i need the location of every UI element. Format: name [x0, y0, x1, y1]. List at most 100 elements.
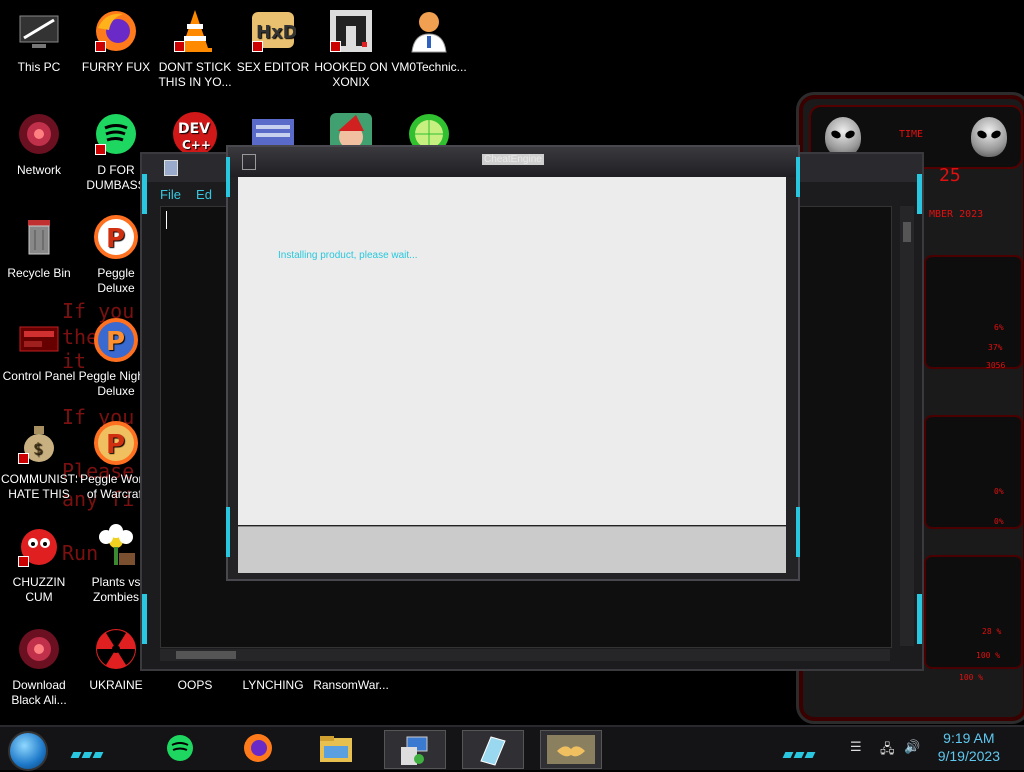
notepad-icon: [480, 736, 506, 766]
install-status-message: Installing product, please wait...: [278, 250, 418, 261]
alien-head-icon: [971, 117, 1007, 157]
gadget-cpu-panel: 6% 37% 3056: [924, 255, 1023, 370]
gadget-stat: 100 %: [976, 651, 1001, 660]
gadget-stat: 0%: [994, 517, 1004, 526]
computer-icon: [16, 8, 62, 54]
network-tray-icon[interactable]: 🖧: [880, 740, 896, 757]
desktop-icon-communists[interactable]: $ COMMUNISTS HATE THIS G...: [1, 420, 77, 502]
svg-text:C++: C++: [182, 138, 211, 152]
desktop-icon-download-black-alien[interactable]: Download Black Ali...: [1, 626, 77, 708]
gadget-drive-panel: 0% 0%: [924, 415, 1023, 529]
svg-text:P: P: [106, 327, 125, 357]
desktop-icon-label: DONT STICK THIS IN YO...: [158, 60, 232, 89]
hxd-editor-icon: HxD: [250, 8, 298, 54]
peggle-wow-icon: P: [93, 420, 139, 466]
doctor-icon: [406, 8, 452, 54]
network-icon: [16, 111, 62, 157]
gadget-stat: 37%: [988, 343, 1003, 352]
system-clock[interactable]: 9:19 AM 9/19/2023: [938, 729, 1000, 765]
menu-file[interactable]: File: [160, 187, 181, 202]
desktop-icon-chuzzin[interactable]: CHUZZIN CUM: [1, 523, 77, 605]
scroll-thumb[interactable]: [903, 222, 911, 242]
desktop-icon-control-panel[interactable]: Control Panel: [1, 317, 77, 384]
desktop-icon-label: Recycle Bin: [7, 266, 71, 280]
handshake-icon: [547, 735, 595, 764]
desktop-icon-network[interactable]: Network: [1, 111, 77, 178]
desktop-icon-label: SEX EDITOR: [236, 60, 310, 74]
taskbar-installer[interactable]: [384, 730, 446, 769]
control-panel-icon: [16, 317, 62, 363]
alien-head-icon: [825, 117, 861, 157]
gadget-stat: 6%: [994, 323, 1004, 332]
installer-window[interactable]: CheatEngine Installing product, please w…: [226, 145, 800, 581]
installer-titlebar[interactable]: CheatEngine: [228, 147, 798, 177]
taskbar-notepad[interactable]: [462, 730, 524, 769]
menu-edit[interactable]: Ed: [196, 187, 212, 202]
volume-icon[interactable]: 🔊: [904, 740, 920, 756]
desktop-icon-label: Control Panel: [2, 369, 76, 383]
desktop-icon-label: Network: [16, 163, 61, 177]
radiation-icon: [93, 626, 139, 672]
firefox-icon: [93, 8, 139, 54]
gadget-stat: 3056: [986, 361, 1006, 370]
desktop-icon-label: This PC: [17, 60, 61, 74]
svg-text:$: $: [33, 439, 43, 458]
desktop-icon-vm0technic[interactable]: VM0Technic...: [391, 8, 467, 75]
installer-footer: [238, 526, 786, 573]
chuzzle-icon: [16, 523, 62, 569]
desktop-icon-this-pc[interactable]: This PC: [1, 8, 77, 75]
money-bag-icon: $: [16, 420, 62, 466]
taskbar-handshake[interactable]: [540, 730, 602, 769]
clock-time: 9:19 AM: [943, 730, 995, 746]
desktop-icon-furry-fux[interactable]: FURRY FUX: [78, 8, 154, 75]
gadget-date: MBER 2023: [929, 209, 984, 220]
desktop-icon-dont-stick[interactable]: DONT STICK THIS IN YO...: [157, 8, 233, 90]
peggle-nights-icon: P: [93, 317, 139, 363]
gadget-stat: 28 %: [982, 627, 1002, 636]
spotify-icon: [167, 735, 193, 761]
desktop: If you the v it If you Please any fi Run…: [0, 0, 1024, 725]
taskbar-decoration: [782, 743, 817, 758]
text-caret: [166, 211, 167, 229]
desktop-icon-hooked-on-xonix[interactable]: HOOKED ON XONIX: [313, 8, 389, 90]
taskbar-file-explorer[interactable]: [306, 730, 366, 767]
pvz-flower-icon: [93, 523, 139, 569]
gadget-stat: 0%: [994, 487, 1004, 496]
firefox-icon: [244, 734, 272, 762]
svg-text:HxD: HxD: [256, 22, 296, 43]
dev-cpp-icon: DEV C++: [172, 111, 218, 157]
clock-date: 9/19/2023: [937, 748, 1000, 764]
action-center-icon[interactable]: ☰: [850, 740, 866, 756]
alien-download-icon: [16, 626, 62, 672]
taskbar-firefox[interactable]: [228, 730, 288, 767]
gadget-clock: 25: [939, 165, 961, 186]
desktop-icon-label: Download Black Ali...: [11, 678, 67, 707]
xonix-game-icon: [328, 8, 374, 54]
desktop-icon-sex-editor[interactable]: HxD SEX EDITOR: [235, 8, 311, 75]
svg-text:P: P: [106, 430, 125, 460]
desktop-icon-recycle-bin[interactable]: Recycle Bin: [1, 214, 77, 281]
recycle-bin-icon: [16, 214, 62, 260]
scroll-thumb[interactable]: [176, 651, 236, 659]
svg-text:P: P: [106, 224, 125, 254]
desktop-icon-label: LYNCHING: [242, 678, 304, 692]
installer-app-icon: [242, 154, 256, 170]
desktop-icon-label: OOPS: [177, 678, 213, 692]
vertical-scrollbar[interactable]: [900, 206, 914, 646]
desktop-icon-label: FURRY FUX: [81, 60, 151, 74]
taskbar-decoration: [70, 743, 105, 758]
svg-text:DEV: DEV: [178, 121, 210, 137]
gadget-stat: 100 %: [959, 673, 984, 682]
horizontal-scrollbar[interactable]: [160, 649, 890, 661]
desktop-icon-label: COMMUNISTS HATE THIS G...: [1, 472, 77, 501]
installer-title: CheatEngine: [482, 154, 544, 165]
taskbar: ☰ 🖧 🔊 9:19 AM 9/19/2023: [0, 725, 1024, 771]
taskbar-spotify[interactable]: [150, 730, 210, 767]
spotify-icon: [93, 111, 139, 157]
folder-icon: [320, 736, 352, 762]
desktop-icon-label: CHUZZIN CUM: [12, 575, 66, 604]
desktop-icon-label: RansomWar...: [313, 678, 389, 692]
notepad-menubar: File Ed: [160, 184, 222, 206]
desktop-icon-label: VM0Technic...: [391, 60, 467, 74]
start-button[interactable]: [8, 731, 48, 771]
